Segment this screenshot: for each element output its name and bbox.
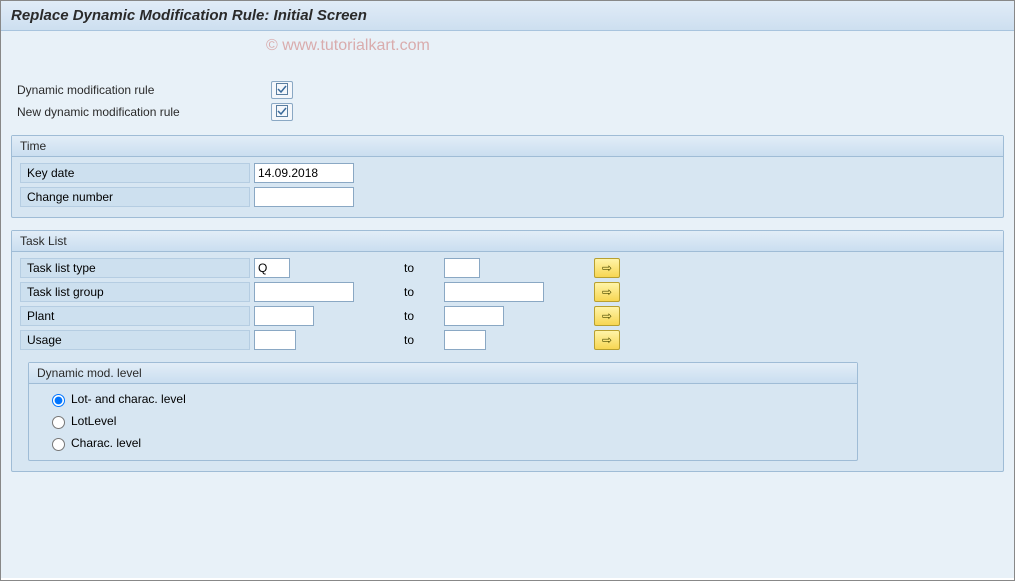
radio-lot-charac-level[interactable] [52,394,65,407]
plant-to-label: to [404,309,444,323]
tasklist-type-label: Task list type [20,258,250,278]
key-date-label: Key date [20,163,250,183]
valuehelp-icon [276,105,288,120]
plant-to[interactable] [444,306,504,326]
tasklist-group-to-label: to [404,285,444,299]
change-number-input[interactable] [254,187,354,207]
plant-label: Plant [20,306,250,326]
group-tasklist-title: Task List [12,231,1003,252]
radio-charac-level-label: Charac. level [71,436,141,450]
tasklist-group-multiselect[interactable]: ⇨ [594,282,620,302]
radio-lot-level[interactable] [52,416,65,429]
content-area: © www.tutorialkart.com Dynamic modificat… [1,31,1014,578]
watermark: © www.tutorialkart.com [266,37,430,55]
dyn-mod-rule-valuehelp[interactable] [271,81,293,99]
usage-to-label: to [404,333,444,347]
arrow-right-icon: ⇨ [602,309,612,323]
tasklist-group-from[interactable] [254,282,354,302]
top-fields: Dynamic modification rule New dynamic mo… [11,79,1004,123]
window-title: Replace Dynamic Modification Rule: Initi… [1,1,1014,31]
group-time: Time Key date Change number [11,135,1004,218]
dyn-mod-rule-label: Dynamic modification rule [11,83,271,97]
key-date-input[interactable] [254,163,354,183]
arrow-right-icon: ⇨ [602,261,612,275]
arrow-right-icon: ⇨ [602,285,612,299]
tasklist-type-to-label: to [404,261,444,275]
dyn-mod-level-title: Dynamic mod. level [29,363,857,384]
usage-to[interactable] [444,330,486,350]
usage-multiselect[interactable]: ⇨ [594,330,620,350]
tasklist-type-to[interactable] [444,258,480,278]
tasklist-type-multiselect[interactable]: ⇨ [594,258,620,278]
plant-from[interactable] [254,306,314,326]
usage-label: Usage [20,330,250,350]
new-dyn-mod-rule-label: New dynamic modification rule [11,105,271,119]
change-number-label: Change number [20,187,250,207]
valuehelp-icon [276,83,288,98]
radio-lot-level-label: LotLevel [71,414,116,428]
group-time-title: Time [12,136,1003,157]
radio-charac-level[interactable] [52,438,65,451]
tasklist-type-from[interactable] [254,258,290,278]
usage-from[interactable] [254,330,296,350]
group-tasklist: Task List Task list type to ⇨ Task list … [11,230,1004,472]
arrow-right-icon: ⇨ [602,333,612,347]
radio-lot-charac-label: Lot- and charac. level [71,392,186,406]
group-dyn-mod-level: Dynamic mod. level Lot- and charac. leve… [28,362,858,461]
new-dyn-mod-rule-valuehelp[interactable] [271,103,293,121]
plant-multiselect[interactable]: ⇨ [594,306,620,326]
window-title-text: Replace Dynamic Modification Rule: Initi… [11,7,367,24]
tasklist-group-to[interactable] [444,282,544,302]
tasklist-group-label: Task list group [20,282,250,302]
